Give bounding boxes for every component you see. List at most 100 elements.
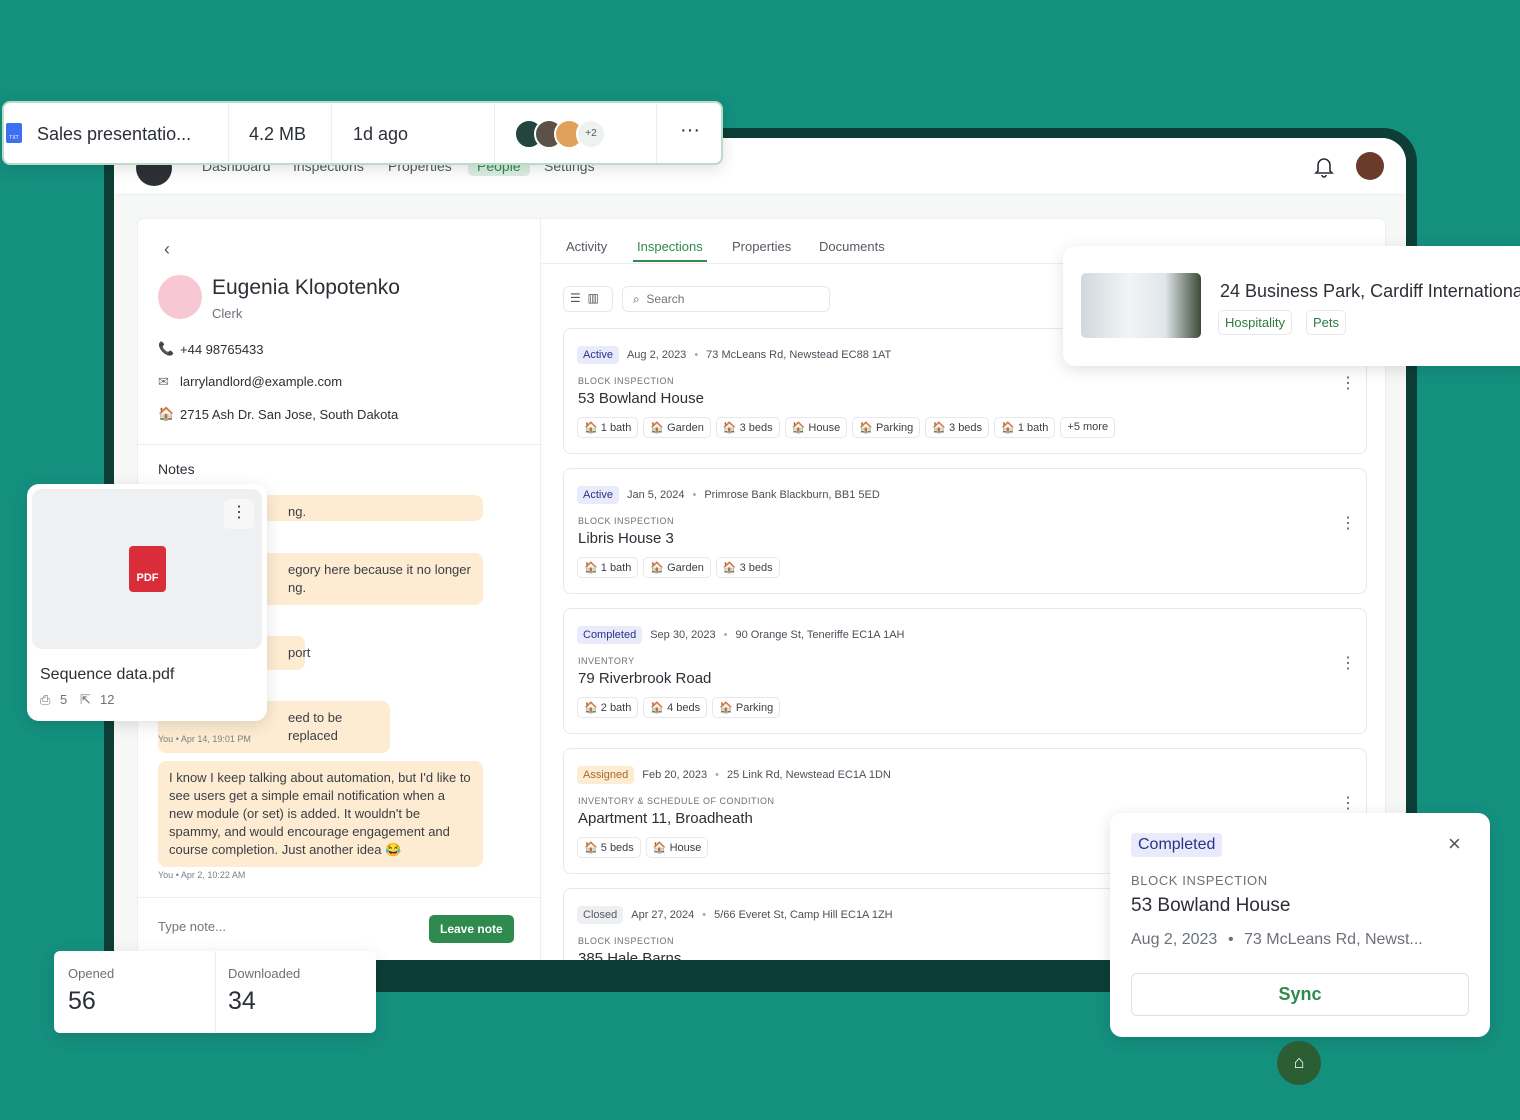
inspection-kind: INVENTORY bbox=[578, 656, 635, 666]
more-options-icon[interactable]: ··· bbox=[680, 119, 700, 142]
pdf-file-card[interactable]: PDF ⋮ Sequence data.pdf ⎙ 5 ⇱ 12 bbox=[27, 484, 267, 721]
inspection-card[interactable]: Active Jan 5, 2024 • Primrose Bank Blackbur… bbox=[563, 468, 1367, 594]
inspection-kind: INVENTORY & SCHEDULE OF CONDITION bbox=[578, 796, 775, 806]
profile-address: 2715 Ash Dr. San Jose, South Dakota bbox=[180, 407, 399, 422]
search-box[interactable]: ⌕ bbox=[622, 286, 830, 312]
house-icon: 🏠 bbox=[722, 562, 737, 574]
feature-chip: 🏠 2 bath bbox=[577, 697, 639, 718]
inspection-date: Sep 30, 2023 bbox=[650, 629, 716, 641]
status-badge: Completed bbox=[577, 626, 643, 644]
profile-email[interactable]: larrylandlord@example.com bbox=[180, 374, 342, 389]
status-badge: Completed bbox=[1131, 833, 1223, 857]
house-icon: 🏠 bbox=[584, 842, 598, 854]
feature-chip: 🏠 1 bath bbox=[577, 417, 639, 438]
share-icon: ⇱ bbox=[80, 692, 91, 707]
pdf-preview: PDF ⋮ bbox=[32, 489, 262, 649]
tab-properties[interactable]: Properties bbox=[732, 239, 791, 254]
inspection-card[interactable]: Completed Sep 30, 2023 • 90 Orange St, Tene… bbox=[563, 608, 1367, 734]
property-card[interactable]: 24 Business Park, Cardiff International … bbox=[1063, 246, 1520, 366]
note-meta: You • Apr 14, 19:01 PM bbox=[158, 734, 251, 744]
note-item: I know I keep talking about automation, … bbox=[158, 761, 483, 867]
list-view-icon[interactable]: ☰ bbox=[570, 291, 581, 305]
leave-note-button[interactable]: Leave note bbox=[429, 915, 514, 943]
inspection-date: Aug 2, 2023 bbox=[626, 349, 687, 361]
share-count: 12 bbox=[100, 692, 115, 707]
inspection-date: Jan 5, 2024 bbox=[626, 489, 685, 501]
house-icon: 🏠 bbox=[584, 422, 598, 434]
search-input[interactable] bbox=[646, 292, 797, 306]
tab-activity[interactable]: Activity bbox=[566, 239, 607, 254]
inspection-address: 73 McLeans Rd, Newst... bbox=[1244, 931, 1423, 948]
profile-name: Eugenia Klopotenko bbox=[212, 276, 400, 299]
inspection-title: 53 Bowland House bbox=[578, 390, 704, 407]
pages-icon: ⎙ bbox=[40, 692, 51, 707]
view-toggle[interactable]: ☰ ▥ bbox=[563, 286, 613, 312]
profile-role: Clerk bbox=[212, 306, 243, 321]
back-chevron-icon[interactable]: ‹ bbox=[164, 239, 170, 260]
house-icon: 🏠 bbox=[650, 562, 665, 574]
kebab-menu-icon[interactable]: ⋮ bbox=[224, 499, 254, 529]
house-icon: 🏠 bbox=[1001, 422, 1015, 434]
home-button-icon[interactable]: ⌂ bbox=[1277, 1041, 1321, 1085]
home-icon: 🏠 bbox=[158, 406, 175, 421]
file-modified: 1d ago bbox=[353, 124, 409, 144]
house-icon: 🏠 bbox=[652, 842, 667, 854]
more-chip[interactable]: +5 more bbox=[1060, 417, 1116, 438]
inspection-address: 73 McLeans Rd, Newstead EC88 1AT bbox=[706, 349, 892, 361]
notes-heading: Notes bbox=[158, 461, 195, 477]
inspection-detail-card: Completed × BLOCK INSPECTION 53 Bowland … bbox=[1110, 813, 1490, 1037]
file-row[interactable]: TXT Sales presentatio... 4.2 MB 1d ago +… bbox=[2, 101, 723, 165]
search-icon: ⌕ bbox=[633, 292, 640, 306]
house-icon: 🏠 bbox=[859, 422, 873, 434]
profile-phone[interactable]: +44 98765433 bbox=[180, 342, 264, 357]
inspection-kind: BLOCK INSPECTION bbox=[1131, 873, 1268, 888]
inspection-title: 385 Hale Barns bbox=[578, 950, 682, 960]
pdf-icon: PDF bbox=[129, 546, 166, 592]
kebab-menu-icon[interactable]: ⋮ bbox=[1340, 656, 1356, 672]
page-count: 5 bbox=[60, 692, 68, 707]
downloaded-label: Downloaded bbox=[228, 966, 301, 981]
downloaded-value: 34 bbox=[228, 987, 256, 1015]
close-icon[interactable]: × bbox=[1448, 831, 1461, 857]
inspection-address: 90 Orange St, Teneriffe EC1A 1AH bbox=[735, 629, 905, 641]
sync-button[interactable]: Sync bbox=[1131, 973, 1469, 1016]
kebab-menu-icon[interactable]: ⋮ bbox=[1340, 376, 1356, 392]
bell-icon[interactable] bbox=[1314, 156, 1334, 178]
feature-chip: 🏠 House bbox=[784, 417, 848, 438]
kebab-menu-icon[interactable]: ⋮ bbox=[1340, 516, 1356, 532]
user-avatar[interactable] bbox=[1356, 152, 1384, 180]
status-badge: Active bbox=[577, 346, 619, 364]
inspection-kind: BLOCK INSPECTION bbox=[578, 936, 675, 946]
house-icon: 🏠 bbox=[791, 422, 806, 434]
house-icon: 🏠 bbox=[719, 702, 733, 714]
opened-value: 56 bbox=[68, 987, 96, 1015]
feature-chip: 🏠 4 beds bbox=[643, 697, 708, 718]
kebab-menu-icon[interactable]: ⋮ bbox=[1340, 796, 1356, 812]
opened-label: Opened bbox=[68, 966, 115, 981]
divider bbox=[138, 897, 540, 898]
note-meta: You • Apr 2, 10:22 AM bbox=[158, 870, 246, 880]
tag-pets: Pets bbox=[1306, 310, 1347, 335]
feature-chip: 🏠 Garden bbox=[643, 557, 711, 578]
pdf-name[interactable]: Sequence data.pdf bbox=[40, 666, 174, 684]
map-view-icon[interactable]: ▥ bbox=[587, 291, 598, 305]
tag-hospitality: Hospitality bbox=[1218, 310, 1292, 335]
tab-inspections[interactable]: Inspections bbox=[633, 239, 707, 262]
inspection-title: 53 Bowland House bbox=[1131, 895, 1291, 916]
feature-chip: 🏠 5 beds bbox=[577, 837, 641, 858]
status-badge: Active bbox=[577, 486, 619, 504]
inspection-title: Libris House 3 bbox=[578, 530, 674, 547]
note-input[interactable] bbox=[158, 919, 408, 934]
feature-chip: 🏠 3 beds bbox=[715, 557, 780, 578]
house-icon: 🏠 bbox=[932, 422, 946, 434]
tab-documents[interactable]: Documents bbox=[819, 239, 885, 254]
feature-chips: 🏠 1 bath 🏠 Garden 🏠 3 beds 🏠 House 🏠 Parking… bbox=[577, 417, 1116, 438]
property-title: 24 Business Park, Cardiff International bbox=[1220, 281, 1520, 301]
file-name[interactable]: Sales presentatio... bbox=[37, 124, 191, 145]
feature-chip: 🏠 Parking bbox=[712, 697, 781, 718]
feature-chip: 🏠 1 bath bbox=[577, 557, 639, 578]
stats-card: Opened 56 Downloaded 34 bbox=[54, 951, 376, 1033]
feature-chip: 🏠 3 beds bbox=[925, 417, 990, 438]
more-collaborators[interactable]: +2 bbox=[576, 119, 606, 149]
inspection-kind: BLOCK INSPECTION bbox=[578, 516, 675, 526]
